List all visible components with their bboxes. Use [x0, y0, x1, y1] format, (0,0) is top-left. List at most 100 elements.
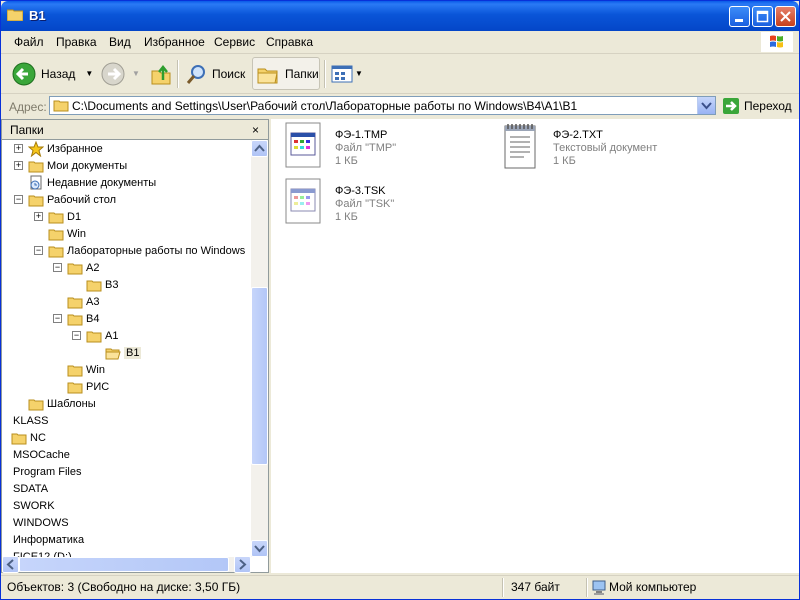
scroll-up-button[interactable]	[251, 140, 268, 157]
tree-item[interactable]: A1	[86, 327, 118, 344]
tree-item-label: Лабораторные работы по Windows	[67, 244, 246, 257]
scroll-right-button[interactable]	[234, 556, 251, 573]
tree-item[interactable]: Лабораторные работы по Windows	[48, 242, 245, 259]
search-icon	[186, 64, 205, 84]
tree-vertical-scrollbar[interactable]	[251, 140, 268, 557]
tree-item[interactable]: B3	[86, 276, 118, 293]
tree-item[interactable]: NC	[11, 429, 46, 446]
menu-tools[interactable]: Сервис	[214, 35, 255, 49]
tree-item[interactable]: B1	[105, 344, 142, 361]
back-dropdown-icon[interactable]: ▼	[85, 69, 93, 78]
forward-arrow-icon	[101, 62, 125, 85]
menu-favorites[interactable]: Избранное	[144, 35, 205, 49]
tree-item-label: SDATA	[13, 482, 49, 495]
tree-item-label: A3	[86, 295, 100, 308]
chevron-down-icon	[254, 545, 265, 553]
chevron-up-icon	[254, 144, 265, 152]
tree-item[interactable]: MSOCache	[10, 446, 70, 463]
tree-item[interactable]: Program Files	[10, 463, 81, 480]
file-size: 1 КБ	[335, 155, 358, 167]
close-button[interactable]	[775, 6, 796, 27]
open-folder-icon	[105, 346, 121, 360]
go-button[interactable]: Переход	[722, 97, 792, 115]
tree-item-label: Избранное	[47, 142, 103, 155]
address-input[interactable]: C:\Documents and Settings\User\Рабочий с…	[49, 96, 716, 115]
tree-item[interactable]: B4	[67, 310, 99, 327]
tree-item[interactable]: Шаблоны	[28, 395, 96, 412]
tree-expander-icon[interactable]: −	[53, 314, 62, 323]
scroll-left-button[interactable]	[2, 556, 19, 573]
address-dropdown-button[interactable]	[697, 97, 715, 114]
tree-expander-icon[interactable]: −	[72, 331, 81, 340]
tree-item-label: B4	[86, 312, 100, 325]
back-button[interactable]: Назад ▼	[11, 57, 93, 90]
maximize-icon	[756, 10, 769, 23]
menu-edit[interactable]: Правка	[56, 35, 97, 49]
minimize-button[interactable]	[729, 6, 750, 27]
menu-help[interactable]: Справка	[266, 35, 313, 49]
file-type: Файл "TMP"	[335, 142, 397, 154]
search-label: Поиск	[212, 66, 246, 81]
tree-item[interactable]: KLASS	[10, 412, 48, 429]
tree-item-label: B3	[105, 278, 119, 291]
scroll-down-button[interactable]	[251, 540, 268, 557]
file-item-2[interactable]: ФЭ-2.TXT Текстовый документ 1 КБ	[497, 121, 707, 171]
tree-item[interactable]: FICE12 (D:)	[10, 548, 72, 558]
tree-item[interactable]: Win	[67, 361, 105, 378]
tree-horizontal-scrollbar[interactable]	[2, 556, 251, 573]
tree-item[interactable]: SWORK	[10, 497, 55, 514]
tree-item[interactable]: WINDOWS	[10, 514, 69, 531]
menu-view[interactable]: Вид	[109, 35, 131, 49]
tree-item-label: Недавние документы	[47, 176, 157, 189]
tree-item[interactable]: A2	[67, 259, 99, 276]
tree-item[interactable]: SDATA	[10, 480, 48, 497]
tree-item[interactable]: A3	[67, 293, 99, 310]
tree-item[interactable]: Информатика	[10, 531, 84, 548]
close-icon	[780, 11, 791, 22]
text-document-icon	[504, 124, 536, 169]
horizontal-scroll-thumb[interactable]	[19, 557, 229, 572]
menu-file[interactable]: Файл	[14, 35, 44, 49]
tree-expander-icon[interactable]: −	[34, 246, 43, 255]
views-button[interactable]: ▼	[331, 57, 363, 90]
forward-dropdown-icon[interactable]: ▼	[132, 69, 140, 78]
tree-item[interactable]: Win	[48, 225, 86, 242]
folder-icon	[67, 363, 83, 377]
up-folder-button[interactable]	[149, 57, 173, 90]
tree-expander-icon[interactable]: −	[53, 263, 62, 272]
file-name: ФЭ-2.TXT	[553, 129, 603, 141]
tree-item[interactable]: Недавние документы	[28, 174, 156, 191]
tree-item[interactable]: D1	[48, 208, 81, 225]
chevron-left-icon	[6, 559, 14, 570]
go-arrow-icon	[723, 98, 739, 114]
tree-item[interactable]: Рабочий стол	[28, 191, 116, 208]
tree-item-label: B1	[124, 346, 142, 359]
search-button[interactable]: Поиск	[184, 57, 245, 90]
file-item-3[interactable]: ФЭ-3.TSK Файл "TSK" 1 КБ	[279, 177, 489, 227]
tree-item[interactable]: Избранное	[28, 140, 103, 157]
scroll-thumb[interactable]	[251, 287, 268, 465]
star-icon	[28, 140, 44, 157]
title-bar[interactable]: B1	[1, 1, 799, 31]
file-list[interactable]: ФЭ-1.TMP Файл "TMP" 1 КБ ФЭ-2.TXT Тексто…	[271, 119, 799, 573]
file-item-1[interactable]: ФЭ-1.TMP Файл "TMP" 1 КБ	[279, 121, 489, 171]
folders-button[interactable]: Папки	[252, 57, 320, 90]
tree-expander-icon[interactable]: +	[14, 161, 23, 170]
maximize-button[interactable]	[752, 6, 773, 27]
generic-file-icon	[285, 178, 321, 224]
tree-item-label: Win	[86, 363, 105, 376]
tree-expander-icon[interactable]: +	[14, 144, 23, 153]
views-dropdown-icon[interactable]: ▼	[355, 69, 363, 78]
tree-expander-icon[interactable]: +	[34, 212, 43, 221]
forward-button[interactable]: ▼	[100, 57, 140, 90]
status-bar: Объектов: 3 (Свободно на диске: 3,50 ГБ)…	[1, 575, 799, 599]
file-name: ФЭ-3.TSK	[335, 185, 386, 197]
folder-tree[interactable]: + Избранное + Мои документы Недавние докумен…	[2, 140, 251, 557]
folders-pane-close-icon[interactable]: ×	[252, 123, 259, 137]
tree-item[interactable]: РИС	[67, 378, 109, 395]
tree-expander-icon[interactable]: −	[14, 195, 23, 204]
tree-item-label: NC	[30, 431, 46, 444]
folders-label: Папки	[285, 66, 319, 81]
tree-item[interactable]: Мои документы	[28, 157, 127, 174]
chevron-down-icon	[701, 102, 712, 110]
